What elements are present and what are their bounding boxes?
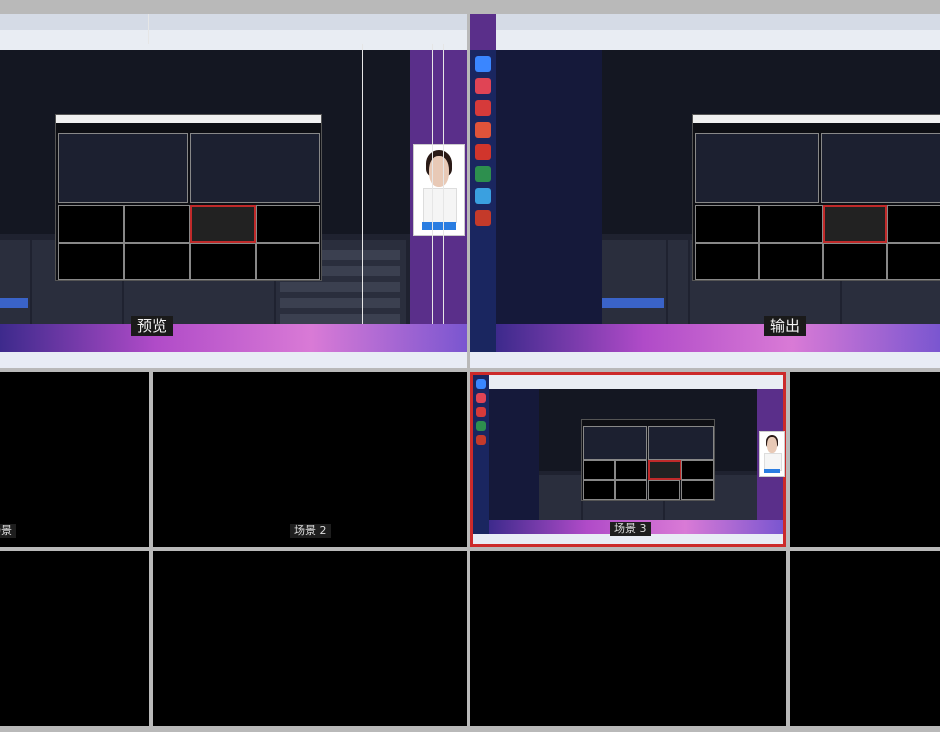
scene-slot-6[interactable] (153, 551, 467, 726)
scene-slot-8[interactable] (790, 551, 940, 726)
scene-slot-2[interactable]: 场景 2 (153, 372, 467, 547)
scene-slot-1[interactable]: 场景 (0, 372, 149, 547)
browser-toolbar (496, 14, 940, 50)
preview-pane[interactable]: 预览 (0, 14, 467, 368)
preview-label: 预览 (131, 316, 174, 336)
scene-slot-5[interactable] (0, 551, 149, 726)
taskbar (0, 352, 467, 368)
scene-1-label: 场景 (0, 524, 16, 538)
program-screen-capture (470, 14, 940, 368)
browser-toolbar (0, 14, 467, 50)
presenter-image (413, 144, 465, 236)
preview-screen-capture (0, 14, 467, 368)
nested-multiview (55, 114, 322, 281)
scene-slot-3-selected[interactable]: 场景 3 (470, 372, 786, 547)
scene-3-label: 场景 3 (610, 522, 651, 536)
scene-3-thumbnail (473, 375, 785, 544)
scene-slot-4[interactable] (790, 372, 940, 547)
desktop-icons (470, 50, 496, 352)
program-label: 输出 (764, 316, 807, 336)
scene-2-label: 场景 2 (290, 524, 331, 538)
scene-slot-7[interactable] (470, 551, 786, 726)
taskbar (470, 352, 940, 368)
program-pane[interactable]: 输出 (470, 14, 940, 368)
nested-multiview (692, 114, 940, 281)
